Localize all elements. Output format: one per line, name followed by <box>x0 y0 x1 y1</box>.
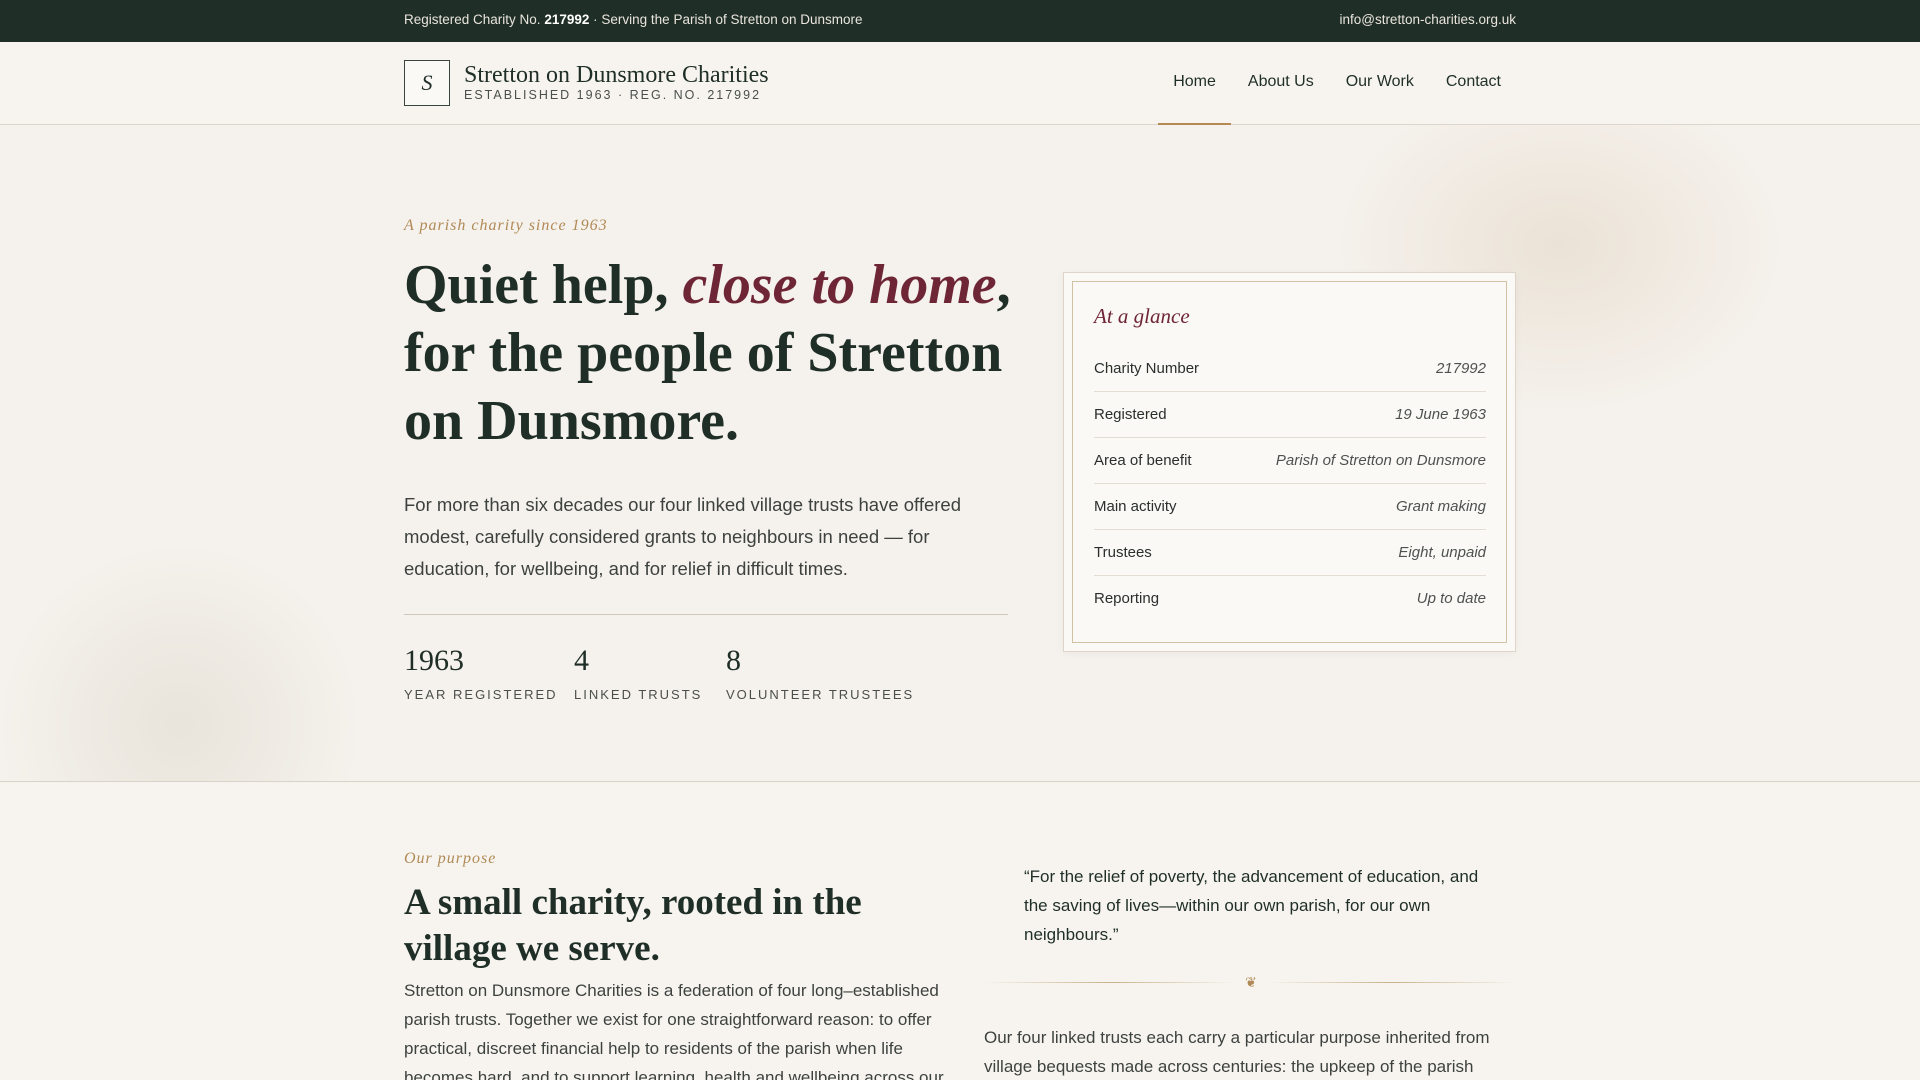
purpose-section: Our purpose A small charity, rooted in t… <box>0 782 1920 1080</box>
headline-start: Quiet help, <box>404 254 683 316</box>
purpose-text: Stretton on Dunsmore Charities is a fede… <box>404 981 944 1080</box>
fact-value: 217992 <box>1435 360 1486 377</box>
stat-label: VOLUNTEER TRUSTEES <box>726 687 915 702</box>
fact-label: Main activity <box>1094 498 1177 515</box>
registration-suffix: · Serving the Parish of Stretton on Duns… <box>593 12 863 27</box>
stat-label: YEAR REGISTERED <box>404 687 558 702</box>
fact-row: Reporting Up to date <box>1094 576 1486 622</box>
nav-about-us[interactable]: About Us <box>1233 42 1329 125</box>
fact-label: Charity Number <box>1094 360 1200 377</box>
fact-value: Parish of Stretton on Dunsmore <box>1275 452 1486 469</box>
hero-intro: For more than six decades our four linke… <box>404 494 962 579</box>
fact-value: Eight, unpaid <box>1398 544 1486 561</box>
mission-quote: “For the relief of poverty, the advancem… <box>1024 867 1479 944</box>
hero-headline: Quiet help, close to home, for the peopl… <box>404 251 1024 455</box>
stat-linked-trusts: 4 LINKED TRUSTS <box>574 643 702 702</box>
nav-our-work[interactable]: Our Work <box>1331 42 1429 125</box>
fact-row: Area of benefit Parish of Stretton on Du… <box>1094 438 1486 484</box>
card-title: At a glance <box>1094 304 1190 328</box>
fact-label: Area of benefit <box>1094 452 1192 469</box>
fact-label: Reporting <box>1094 590 1160 607</box>
fact-value: Grant making <box>1395 498 1486 515</box>
top-bar: Registered Charity No. 217992 · Serving … <box>0 0 1920 42</box>
fact-row: Registered 19 June 1963 <box>1094 392 1486 438</box>
stat-label: LINKED TRUSTS <box>574 687 703 702</box>
brand-name[interactable]: Stretton on Dunsmore Charities <box>464 62 769 89</box>
stat-year-registered: 1963 YEAR REGISTERED <box>404 643 558 702</box>
hero-section: A parish charity since 1963 Quiet help, … <box>0 125 1920 782</box>
trusts-text: Our four linked trusts each carry a part… <box>984 1028 1490 1076</box>
fact-row: Trustees Eight, unpaid <box>1094 530 1486 576</box>
registration-prefix: Registered Charity No. <box>404 12 541 27</box>
nav-home[interactable]: Home <box>1158 42 1231 125</box>
purpose-heading: A small charity, rooted in the village w… <box>404 882 862 969</box>
site-header: S Stretton on Dunsmore Charities ESTABLI… <box>0 42 1920 125</box>
contact-email-link[interactable]: info@stretton-charities.org.uk <box>1339 12 1516 27</box>
ornament-line-right <box>1266 982 1516 983</box>
registration-notice: Registered Charity No. 217992 · Serving … <box>404 12 863 27</box>
facts-list: Charity Number 217992 Registered 19 June… <box>1094 346 1486 622</box>
nav-contact[interactable]: Contact <box>1431 42 1516 125</box>
hero-eyebrow: A parish charity since 1963 <box>404 217 608 234</box>
fact-value: Up to date <box>1416 590 1486 607</box>
ornament-line-left <box>984 982 1236 983</box>
stat-value: 1963 <box>404 644 464 677</box>
fact-value: 19 June 1963 <box>1395 406 1486 423</box>
logo-monogram[interactable]: S <box>404 60 450 106</box>
stat-value: 8 <box>726 644 741 677</box>
fact-label: Trustees <box>1094 544 1152 561</box>
purpose-eyebrow: Our purpose <box>404 850 497 867</box>
headline-emphasis: close to home <box>682 254 997 316</box>
fleuron-icon: ❦ <box>1245 974 1257 990</box>
card-inner-frame: At a glance Charity Number 217992 Regist… <box>1072 281 1507 643</box>
stat-value: 4 <box>574 644 589 677</box>
stat-volunteer-trustees: 8 VOLUNTEER TRUSTEES <box>726 643 914 702</box>
registration-number: 217992 <box>544 12 590 27</box>
at-a-glance-card: At a glance Charity Number 217992 Regist… <box>1063 272 1516 652</box>
fact-row: Main activity Grant making <box>1094 484 1486 530</box>
brand-subtitle: ESTABLISHED 1963 · REG. NO. 217992 <box>464 88 762 102</box>
main-navigation: Home About Us Our Work Contact <box>1156 42 1516 125</box>
fact-row: Charity Number 217992 <box>1094 346 1486 392</box>
fact-label: Registered <box>1094 406 1167 423</box>
hero-divider <box>404 614 1008 615</box>
